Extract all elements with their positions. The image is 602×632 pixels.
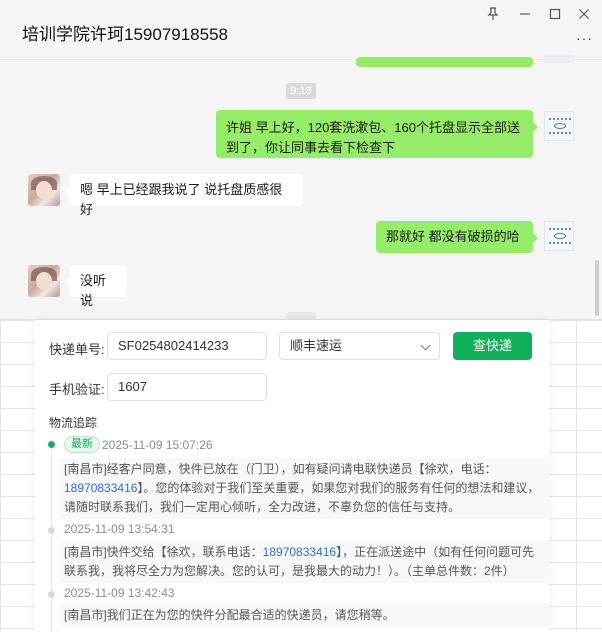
- my-avatar[interactable]: [544, 221, 574, 251]
- timeline-dot: [48, 591, 55, 598]
- message-bubble-in[interactable]: 嗯 早上已经跟我说了 说托盘质感很好: [65, 174, 302, 217]
- tracking-number-label: 快递单号:: [49, 342, 105, 357]
- courier-phone-link[interactable]: 18970833416: [64, 481, 137, 495]
- phone-verify-label: 手机验证:: [49, 382, 105, 397]
- message-bubble-in[interactable]: 没听说: [65, 265, 126, 308]
- message-bubble-out[interactable]: 许姐 早上好，120套洗漱包、160个托盘显示全部送到了，你让同事去看下检查下: [216, 110, 538, 158]
- query-button[interactable]: 查快递: [453, 332, 532, 360]
- chevron-down-icon: [420, 340, 431, 351]
- carrier-select-value: 顺丰速运: [290, 338, 343, 353]
- timeline-dot: [48, 527, 55, 534]
- chat-title: 培训学院许珂15907918558: [22, 25, 229, 44]
- message-bubble-partial: [356, 57, 533, 67]
- courier-phone-link[interactable]: 18970833416: [263, 545, 336, 559]
- event-time: 2025-11-09 13:42:43: [64, 586, 175, 600]
- timeline-dot: [48, 441, 55, 448]
- message-bubble-out[interactable]: 那就好 都没有破损的哈: [376, 221, 538, 253]
- tracking-number-input[interactable]: SF0254802414233: [107, 332, 267, 360]
- event-time: 2025-11-09 15:07:26: [102, 438, 213, 452]
- event-description: [南昌市]我们正在为您的快件分配最合适的快递员，请您稍等。: [60, 604, 550, 627]
- chat-titlebar: 培训学院许珂15907918558 ···: [0, 0, 602, 60]
- section-title: 物流追踪: [49, 416, 98, 430]
- timeline-line: [51, 446, 52, 632]
- chat-window: 培训学院许珂15907918558 ··· 9:18 许姐 早上好，120套洗漱…: [0, 0, 602, 320]
- contact-avatar[interactable]: [28, 174, 60, 206]
- event-description: [南昌市]快件交给【徐欢，联系电话：18970833416】，正在派送途中（如有…: [60, 541, 550, 583]
- my-avatar[interactable]: [544, 111, 574, 141]
- message-list: 9:18 许姐 早上好，120套洗漱包、160个托盘显示全部送到了，你让同事去看…: [0, 55, 602, 319]
- time-divider-partial: [286, 312, 316, 319]
- event-time: 2025-11-09 13:54:31: [64, 522, 175, 536]
- event-description: [南昌市]经客户同意，快件已放在（门卫），如有疑问请电联快递员【徐欢，电话：18…: [60, 458, 550, 519]
- latest-badge: 最新: [64, 436, 100, 453]
- tracking-panel: 快递单号: SF0254802414233 顺丰速运 查快递 手机验证: 160…: [34, 320, 550, 632]
- scrollbar[interactable]: [595, 260, 599, 316]
- phone-verify-input[interactable]: 1607: [107, 373, 267, 401]
- contact-avatar[interactable]: [28, 265, 60, 297]
- more-options-icon[interactable]: ···: [576, 30, 593, 46]
- carrier-select[interactable]: 顺丰速运: [279, 332, 440, 360]
- avatar-partial: [544, 55, 574, 63]
- maximize-icon[interactable]: [546, 6, 564, 22]
- minimize-icon[interactable]: [516, 6, 534, 22]
- close-icon[interactable]: [575, 6, 593, 22]
- pin-icon[interactable]: [484, 6, 502, 22]
- time-divider: 9:18: [286, 83, 316, 99]
